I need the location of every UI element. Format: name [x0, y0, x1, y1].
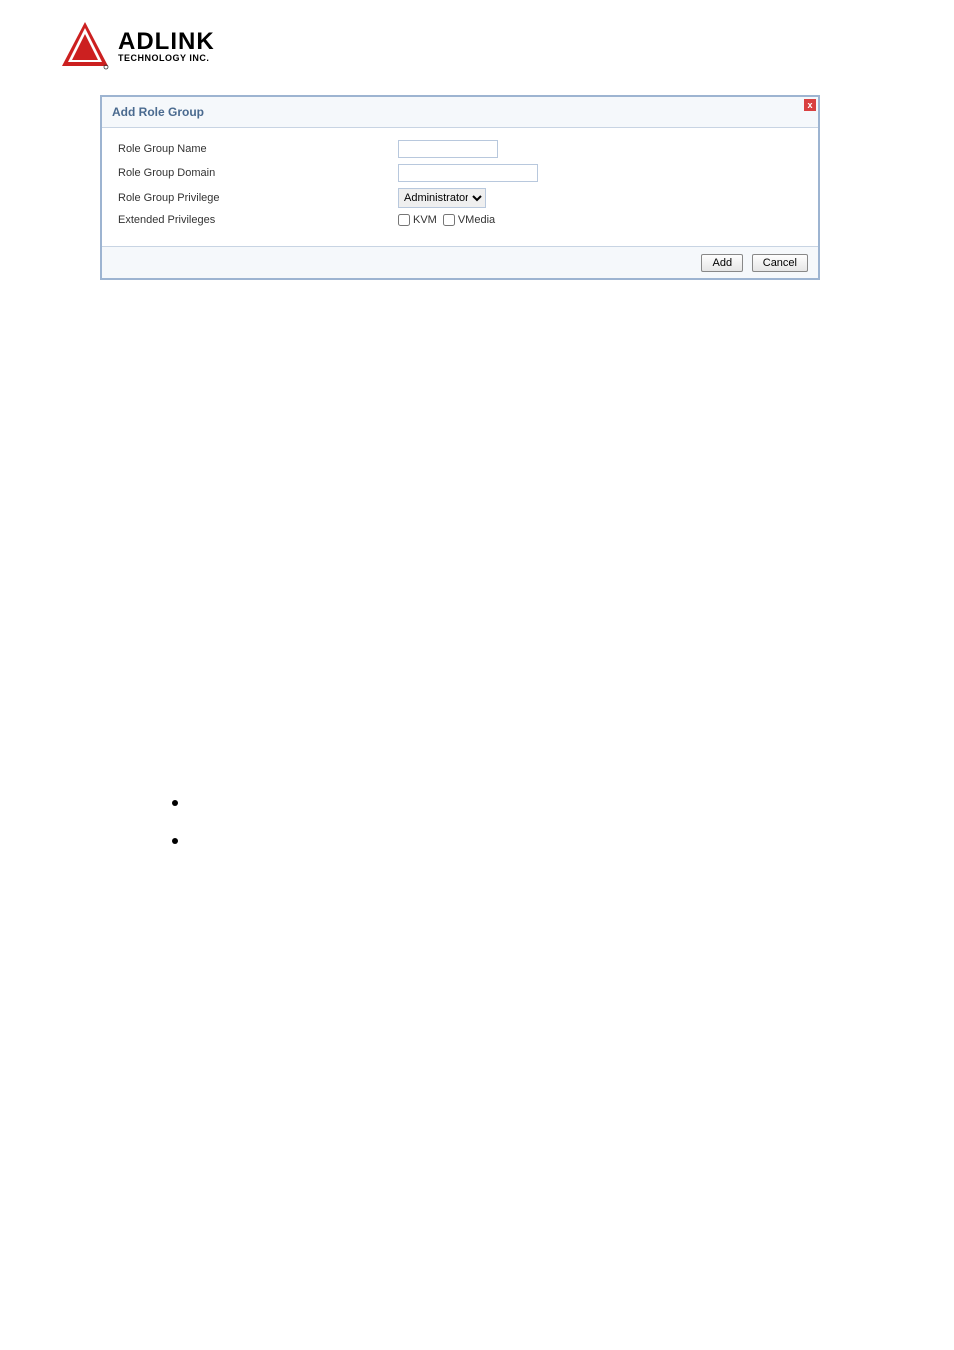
bullet-icon — [172, 800, 178, 806]
row-role-group-name: Role Group Name — [118, 140, 802, 158]
cancel-button[interactable]: Cancel — [752, 254, 808, 272]
dialog-body: Role Group Name Role Group Domain Role G… — [102, 128, 818, 247]
label-role-group-domain: Role Group Domain — [118, 167, 398, 179]
logo-triangle-icon — [60, 20, 110, 70]
checkbox-kvm[interactable] — [398, 214, 410, 226]
checkbox-vmedia[interactable] — [443, 214, 455, 226]
row-role-group-privilege: Role Group Privilege Administrator — [118, 188, 802, 208]
close-button[interactable]: x — [804, 99, 816, 111]
bullet-list — [172, 800, 954, 844]
dialog-footer: Add Cancel — [102, 247, 818, 278]
logo-sub-text: TECHNOLOGY INC. — [118, 53, 215, 63]
label-kvm: KVM — [413, 214, 437, 226]
row-extended-privileges: Extended Privileges KVM VMedia — [118, 214, 802, 226]
input-role-group-name[interactable] — [398, 140, 498, 158]
add-button[interactable]: Add — [701, 254, 743, 272]
add-role-group-dialog: x Add Role Group Role Group Name Role Gr… — [100, 95, 820, 280]
logo: ADLINK TECHNOLOGY INC. — [60, 20, 954, 70]
dialog-header: Add Role Group — [102, 97, 818, 128]
logo-container: ADLINK TECHNOLOGY INC. — [0, 0, 954, 80]
label-role-group-privilege: Role Group Privilege — [118, 192, 398, 204]
label-extended-privileges: Extended Privileges — [118, 214, 398, 226]
select-role-group-privilege[interactable]: Administrator — [398, 188, 486, 208]
dialog-title: Add Role Group — [112, 105, 808, 119]
bullet-icon — [172, 838, 178, 844]
label-vmedia: VMedia — [458, 214, 495, 226]
label-role-group-name: Role Group Name — [118, 143, 398, 155]
logo-text: ADLINK TECHNOLOGY INC. — [118, 28, 215, 63]
input-role-group-domain[interactable] — [398, 164, 538, 182]
logo-main-text: ADLINK — [118, 28, 215, 56]
row-role-group-domain: Role Group Domain — [118, 164, 802, 182]
